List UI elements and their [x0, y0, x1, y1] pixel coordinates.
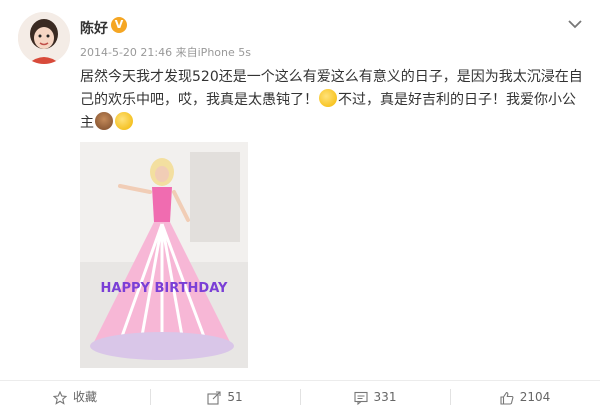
- comment-count: 331: [373, 390, 397, 404]
- post-image[interactable]: HAPPY BIRTHDAY: [80, 142, 248, 368]
- like-count: 2104: [519, 390, 551, 404]
- star-icon: [52, 390, 68, 405]
- post-source: 来自iPhone 5s: [175, 46, 251, 59]
- favorite-button[interactable]: 收藏: [0, 381, 150, 413]
- post-meta: 2014-5-20 21:46 来自iPhone 5s: [80, 44, 251, 60]
- cake-emoji-icon: [95, 112, 113, 130]
- repost-icon: [207, 390, 221, 405]
- cake-topper-text: HAPPY BIRTHDAY: [101, 281, 228, 296]
- username[interactable]: 陈好: [80, 18, 108, 38]
- post-text: 居然今天我才发现520还是一个这么有爱这么有意义的日子，是因为我太沉浸在自己的欢…: [80, 66, 585, 135]
- shy-eyes-emoji-icon: [115, 112, 133, 130]
- like-button[interactable]: 2104: [450, 381, 600, 413]
- favorite-label: 收藏: [72, 390, 97, 404]
- comment-button[interactable]: 331: [300, 381, 450, 413]
- repost-button[interactable]: 51: [150, 381, 300, 413]
- comment-icon: [353, 391, 368, 405]
- thumbs-up-icon: [500, 391, 514, 405]
- post-date[interactable]: 2014-5-20 21:46: [80, 46, 172, 59]
- chevron-down-icon[interactable]: [568, 14, 582, 33]
- weibo-post: 陈好 V 2014-5-20 21:46 来自iPhone 5s 居然今天我才发…: [0, 0, 600, 413]
- avatar[interactable]: [18, 12, 70, 64]
- action-bar: 收藏 51 331 2104: [0, 380, 600, 413]
- repost-count: 51: [227, 390, 243, 404]
- verified-badge: V: [111, 17, 127, 33]
- blush-emoji-icon: [319, 89, 337, 107]
